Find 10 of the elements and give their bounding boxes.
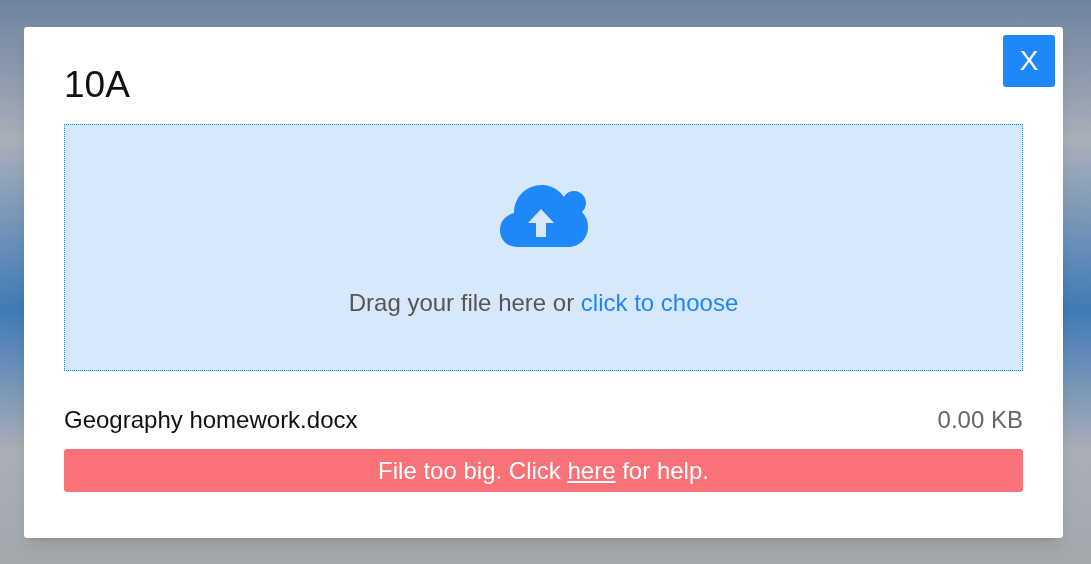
drop-prompt: Drag your file here or click to choose: [348, 288, 739, 318]
drop-zone[interactable]: Drag your file here or click to choose: [64, 124, 1023, 371]
help-link[interactable]: here: [567, 452, 616, 489]
file-size: 0.00 KB: [937, 405, 1023, 435]
choose-file-link[interactable]: click to choose: [580, 289, 739, 316]
cloud-upload-icon: [499, 183, 588, 249]
error-message: File too big. Click here for help.: [64, 449, 1023, 492]
close-button[interactable]: X: [1003, 35, 1055, 87]
file-name: Geography homework.docx: [64, 405, 358, 435]
dialog-title: 10A: [64, 64, 130, 105]
